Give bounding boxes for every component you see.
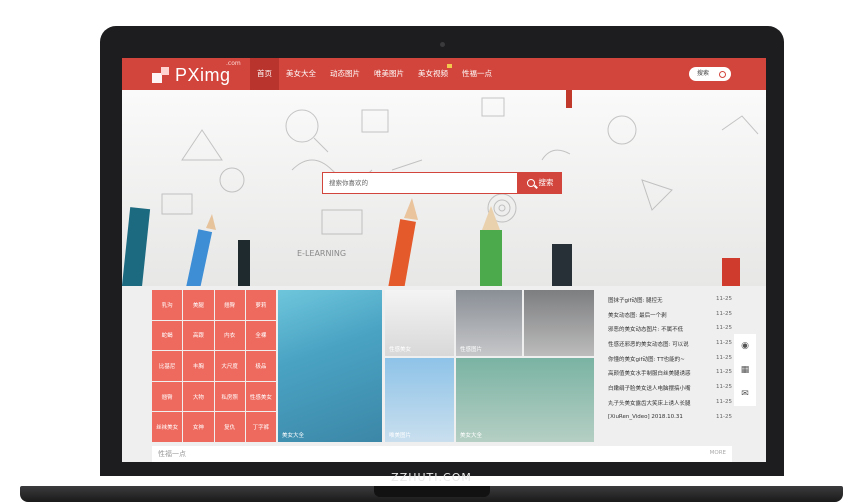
tag-link[interactable]: 复仇	[214, 412, 245, 442]
tag-link[interactable]: 乳沟	[152, 290, 183, 320]
laptop-notch	[374, 486, 490, 497]
tag-link[interactable]: 高跟	[183, 320, 214, 351]
photo-tile[interactable]: 性感美女	[385, 290, 454, 356]
camera-dot	[440, 42, 445, 47]
screen: PXimg .com 首页 美女大全 动态图片 唯美图片 美女视频 性福一点 搜…	[122, 58, 766, 462]
nav-menu: 首页 美女大全 动态图片 唯美图片 美女视频 性福一点	[250, 58, 499, 90]
tag-link[interactable]: 大尺度	[214, 351, 245, 381]
photo-tile[interactable]: 美女大全	[278, 290, 382, 442]
nav-item-more[interactable]: 性福一点	[455, 58, 499, 90]
news-item[interactable]: 图抹子gif动图: 腿控无 11-25	[608, 296, 732, 311]
section-header: 性福一点 MORE	[152, 446, 732, 462]
tag-link[interactable]: 私房照	[214, 381, 245, 412]
tag-link[interactable]: 丁字裤	[245, 412, 276, 442]
tag-link[interactable]: 丰胸	[183, 351, 214, 381]
news-item[interactable]: 美女动态图: 最后一个剥 11-25	[608, 311, 732, 326]
tag-link[interactable]: 全裸	[245, 320, 276, 351]
tag-link[interactable]: 丝袜美女	[152, 412, 183, 442]
nav-item-aesthetic[interactable]: 唯美图片	[367, 58, 411, 90]
tag-link[interactable]: 大物	[183, 381, 214, 412]
nav-item-home[interactable]: 首页	[250, 58, 279, 90]
tag-link[interactable]: 萝莉	[245, 290, 276, 320]
tag-link[interactable]: 女神	[183, 412, 214, 442]
tag-link[interactable]: 翘臀	[214, 290, 245, 320]
news-item[interactable]: 你懂的美女gif动图: TT也能的~ 11-25	[608, 355, 732, 370]
tag-link[interactable]: 蛇蝎	[152, 320, 183, 351]
watermark: ZZHUTI.COM	[391, 471, 472, 484]
logo-icon	[152, 67, 170, 83]
photo-tile[interactable]: 性感图片	[456, 290, 522, 356]
news-item[interactable]: 白嫩绢子脸美女送人电脑摆搞小嘴 11-25	[608, 384, 732, 399]
nav-item-beauty[interactable]: 美女大全	[279, 58, 323, 90]
news-item[interactable]: 丸子头美女露齿大笑床上诱人长腿 11-25	[608, 399, 732, 414]
sketch-label: E-LEARNING	[297, 249, 346, 258]
news-item[interactable]: [XiuRen_Video] 2018.10.31 11-25	[608, 414, 732, 429]
news-item[interactable]: 性感还邪恶的美女动态图: 可以说 11-25	[608, 340, 732, 355]
hero-search-button[interactable]: 搜索	[518, 172, 562, 194]
news-list: 图抹子gif动图: 腿控无 11-25 美女动态图: 最后一个剥 11-25 邪恶的…	[608, 296, 732, 428]
tag-link[interactable]: 内衣	[214, 320, 245, 351]
hero-search-bar: 搜索你喜欢的 搜索	[322, 172, 562, 194]
photo-tile[interactable]: 唯美图片	[385, 358, 454, 442]
hot-badge	[447, 64, 452, 68]
tag-link[interactable]: 翘臀	[152, 381, 183, 412]
top-nav: PXimg .com 首页 美女大全 动态图片 唯美图片 美女视频 性福一点 搜…	[122, 58, 766, 90]
mail-icon[interactable]: ✉	[734, 382, 756, 406]
nav-item-videos[interactable]: 美女视频	[411, 58, 455, 90]
tag-grid: 乳沟 美腿 翘臀 萝莉 蛇蝎 高跟 内衣 全裸 比基尼 丰胸 大尺度 极品 翘臀…	[152, 290, 276, 442]
rss-icon[interactable]: ◉	[734, 334, 756, 358]
section-title: 性福一点	[158, 450, 186, 458]
news-item[interactable]: 高颜值美女水手制服白丝美腿诱惑 11-25	[608, 369, 732, 384]
header-search-button[interactable]: 搜索	[689, 67, 731, 81]
tag-link[interactable]: 比基尼	[152, 351, 183, 381]
logo-domain: .com	[226, 60, 241, 67]
hero-banner: E-LEARNING 搜索你喜欢的 搜索	[122, 90, 766, 286]
nav-item-gifs[interactable]: 动态图片	[323, 58, 367, 90]
news-item[interactable]: 邪恶的美女动态图片: 不属不低 11-25	[608, 325, 732, 340]
tag-link[interactable]: 美腿	[183, 290, 214, 320]
more-link[interactable]: MORE	[710, 450, 726, 456]
photo-tile[interactable]	[524, 290, 594, 356]
search-icon	[719, 71, 726, 78]
hero-search-input[interactable]: 搜索你喜欢的	[322, 172, 518, 194]
logo-text: PXimg	[175, 64, 231, 85]
search-icon	[526, 179, 535, 187]
qrcode-icon[interactable]: ▦	[734, 358, 756, 382]
share-sidebar: ◉ ▦ ✉	[734, 334, 756, 406]
site-logo[interactable]: PXimg	[152, 64, 231, 86]
tag-link[interactable]: 极品	[245, 351, 276, 381]
tag-link[interactable]: 性感美女	[245, 381, 276, 412]
photo-tile[interactable]: 美女大全	[456, 358, 594, 442]
content-area: 乳沟 美腿 翘臀 萝莉 蛇蝎 高跟 内衣 全裸 比基尼 丰胸 大尺度 极品 翘臀…	[122, 286, 766, 462]
